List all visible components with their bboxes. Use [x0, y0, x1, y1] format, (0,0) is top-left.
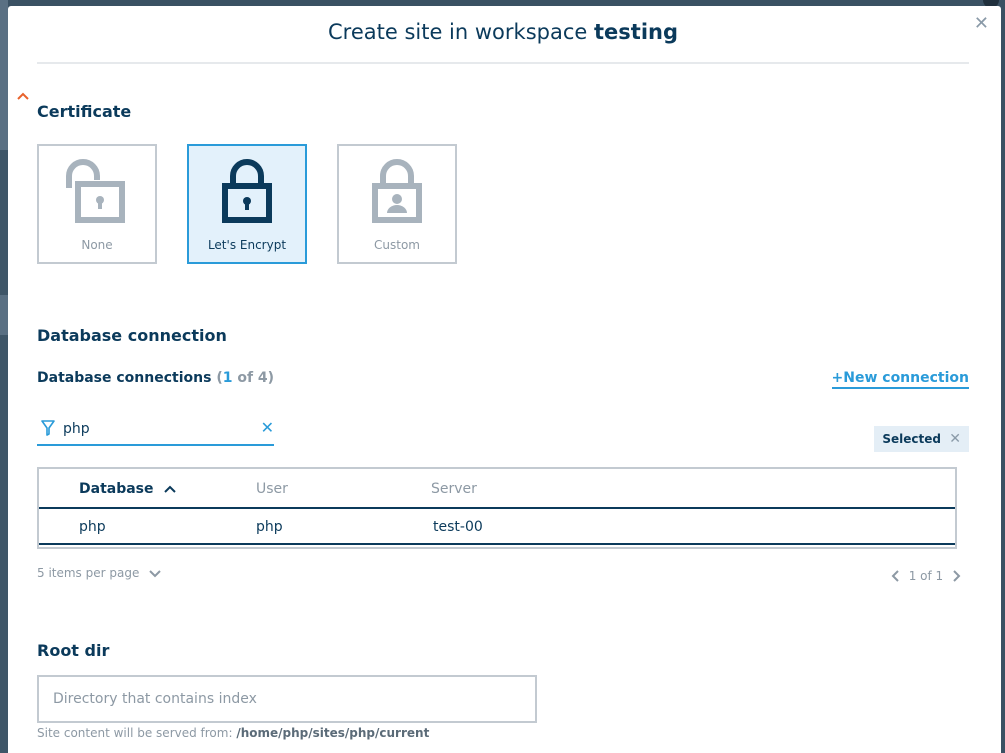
- chevron-left-icon[interactable]: [891, 569, 899, 582]
- database-heading: Database connection: [37, 326, 227, 345]
- certificate-option-label: None: [81, 238, 113, 252]
- user-padlock-icon: [372, 159, 422, 223]
- column-header-label: Database: [79, 481, 154, 497]
- chevron-down-icon: [149, 569, 161, 577]
- backdrop: [0, 0, 8, 753]
- modal-title: Create site in workspace testing: [37, 20, 969, 44]
- backdrop-bar: [0, 0, 8, 150]
- certificate-option-none[interactable]: None: [37, 144, 157, 264]
- root-dir-heading: Root dir: [37, 641, 110, 660]
- certificate-option-label: Let's Encrypt: [207, 238, 287, 252]
- column-header-server[interactable]: Server: [431, 481, 477, 497]
- selected-filter-chip[interactable]: Selected ✕: [874, 426, 969, 452]
- hint-prefix: Site content will be served from:: [37, 726, 237, 740]
- database-connections-label: Database connections: [37, 370, 212, 386]
- unlocked-padlock-icon: [66, 159, 125, 223]
- certificate-option-letsencrypt[interactable]: Let's Encrypt: [187, 144, 307, 264]
- certificate-option-label: Custom: [374, 238, 420, 252]
- chevron-right-icon[interactable]: [953, 569, 961, 582]
- table-row[interactable]: php php test-00: [39, 511, 955, 545]
- cell-database: php: [79, 519, 106, 535]
- count-total: of 4): [232, 370, 275, 386]
- certificate-heading: Certificate: [37, 102, 132, 121]
- new-connection-link[interactable]: +New connection: [831, 370, 969, 389]
- hint-path: /home/php/sites/php/current: [236, 726, 430, 740]
- close-icon[interactable]: ✕: [974, 14, 989, 34]
- locked-padlock-icon: [222, 159, 272, 223]
- filter-field: ✕: [37, 414, 274, 446]
- modal-title-prefix: Create site in workspace: [328, 20, 588, 44]
- column-header-user[interactable]: User: [256, 481, 288, 497]
- clear-filter-icon[interactable]: ✕: [261, 418, 274, 437]
- root-dir-hint: Site content will be served from: /home/…: [37, 726, 429, 740]
- column-header-database[interactable]: Database: [79, 481, 177, 497]
- items-per-page-label: 5 items per page: [37, 566, 140, 580]
- cell-server: test-00: [433, 519, 483, 535]
- selected-chip-label: Selected: [882, 432, 941, 446]
- count-selected: 1: [222, 370, 233, 386]
- create-site-modal: ✕ Create site in workspace testing Certi…: [8, 6, 1001, 753]
- modal-title-workspace: testing: [594, 20, 678, 44]
- sort-ascending-icon: [164, 485, 177, 493]
- cell-user: php: [256, 519, 283, 535]
- pagination: 1 of 1: [891, 568, 961, 583]
- filter-input[interactable]: [63, 418, 243, 440]
- connections-count: (1 of 4): [216, 370, 274, 386]
- chevron-up-icon[interactable]: [16, 90, 30, 102]
- connections-table: Database User Server php php test-00: [37, 467, 957, 549]
- table-header: Database User Server: [39, 469, 955, 509]
- database-connections-heading: Database connections (1 of 4): [37, 370, 274, 386]
- root-dir-input[interactable]: [37, 675, 537, 723]
- close-icon[interactable]: ✕: [949, 426, 961, 452]
- pagination-text: 1 of 1: [908, 568, 944, 583]
- items-per-page-select[interactable]: 5 items per page: [37, 566, 161, 580]
- title-divider: [37, 62, 969, 64]
- certificate-option-custom[interactable]: Custom: [337, 144, 457, 264]
- backdrop-bar: [0, 295, 8, 335]
- filter-icon: [41, 420, 55, 436]
